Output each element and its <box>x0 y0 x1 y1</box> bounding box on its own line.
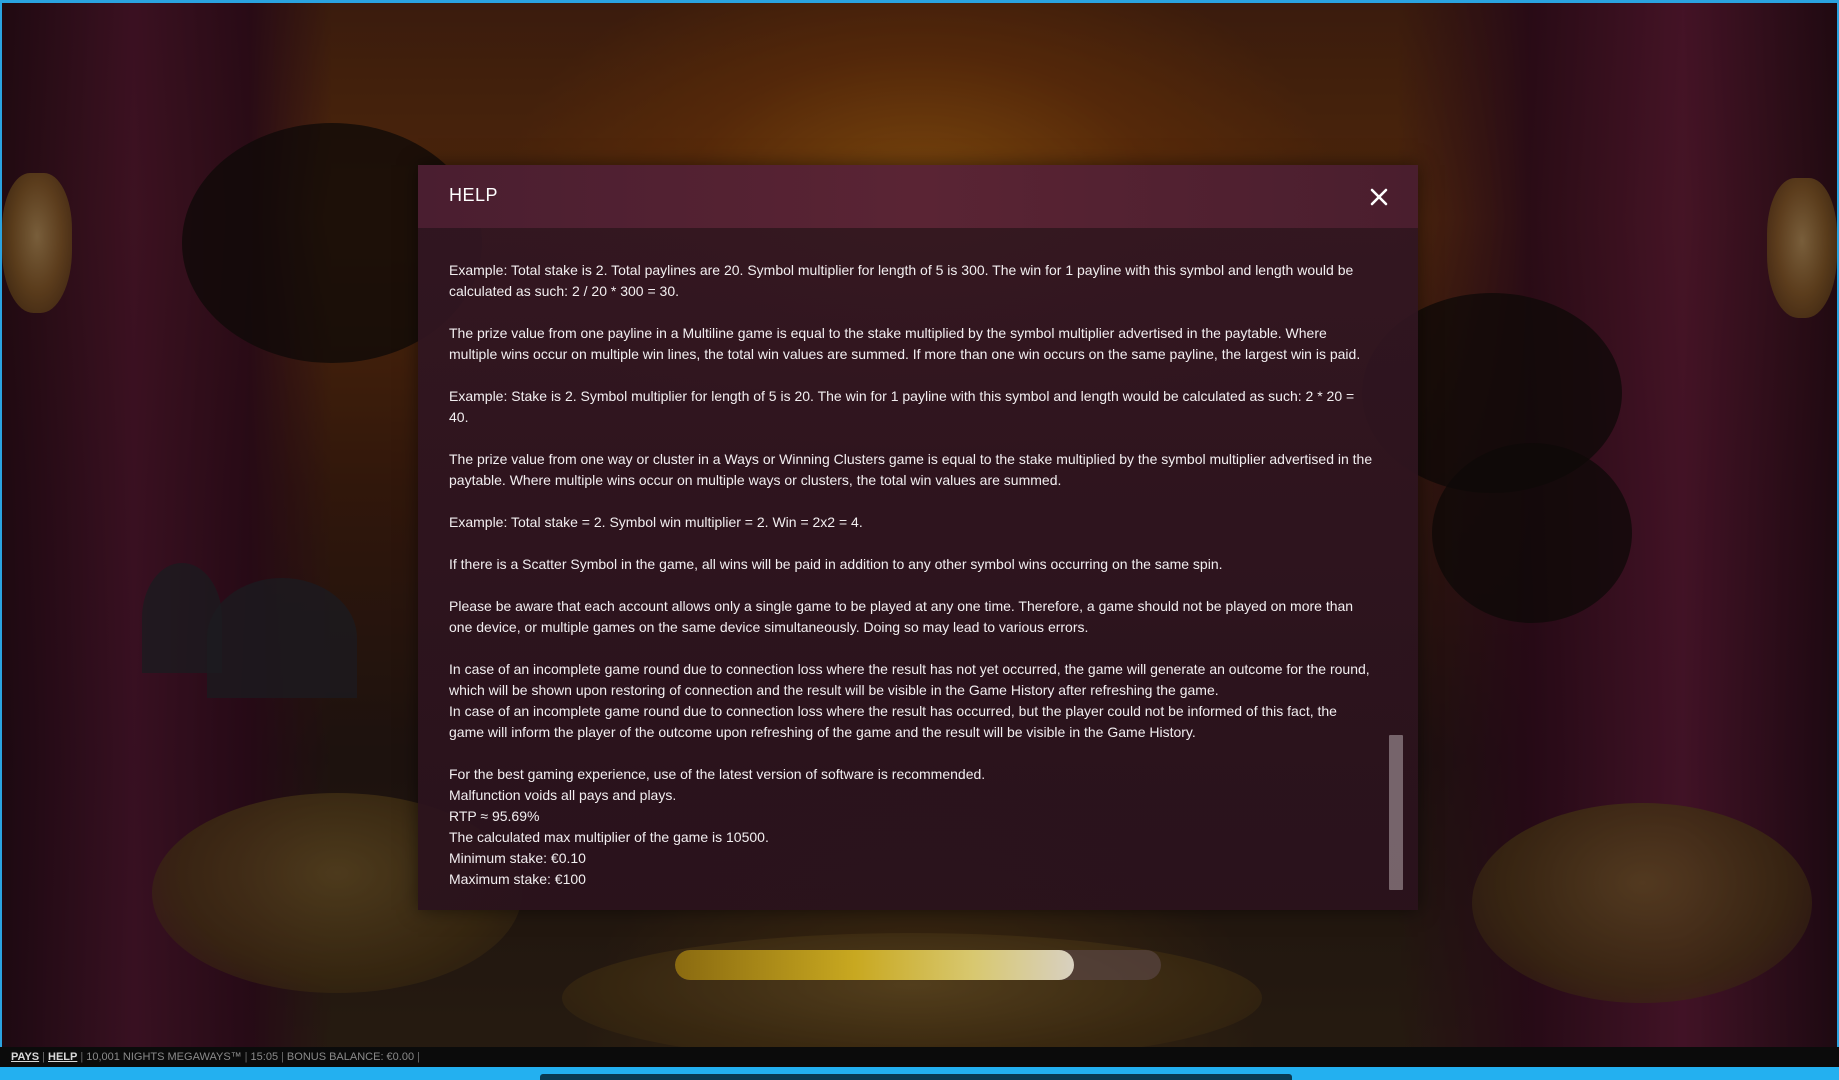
help-paragraph: The prize value from one payline in a Mu… <box>449 323 1389 365</box>
text-line: paytable. Where multiple wins occur on m… <box>449 472 1062 488</box>
help-paragraph: In case of an incomplete game round due … <box>449 659 1389 743</box>
text-line: In case of an incomplete game round due … <box>449 661 1370 677</box>
close-button[interactable] <box>1366 184 1392 210</box>
text-line: For the best gaming experience, use of t… <box>449 766 986 782</box>
bonus-balance: BONUS BALANCE: €0.00 <box>286 1051 415 1063</box>
text-line: In case of an incomplete game round due … <box>449 703 1337 719</box>
max-multiplier-line: The calculated max multiplier of the gam… <box>449 829 769 845</box>
help-dialog: HELP Example: Total stake is 2. Total pa… <box>418 165 1418 910</box>
text-line: Example: Total stake is 2. Total payline… <box>449 262 1354 278</box>
text-line: If there is a Scatter Symbol in the game… <box>449 556 1223 572</box>
text-line: 40. <box>449 409 469 425</box>
help-paragraph: If there is a Scatter Symbol in the game… <box>449 554 1389 575</box>
separator: | <box>417 1051 420 1063</box>
help-paragraph: Example: Total stake is 2. Total payline… <box>449 260 1389 302</box>
text-line: which will be shown upon restoring of co… <box>449 682 1219 698</box>
text-line: multiple wins occur on multiple win line… <box>449 346 1361 362</box>
loading-progress-bar <box>675 950 1161 980</box>
loading-progress-fill <box>675 950 1074 980</box>
rtp-line: RTP ≈ 95.69% <box>449 808 540 824</box>
help-paragraph: Please be aware that each account allows… <box>449 596 1389 638</box>
text-line: calculated as such: 2 / 20 * 300 = 30. <box>449 283 679 299</box>
separator: | <box>42 1051 45 1063</box>
min-stake-line: Minimum stake: €0.10 <box>449 850 586 866</box>
text-line: game will inform the player of the outco… <box>449 724 1196 740</box>
help-paragraph: Example: Stake is 2. Symbol multiplier f… <box>449 386 1389 428</box>
dialog-title: HELP <box>449 185 499 205</box>
separator: | <box>80 1051 84 1063</box>
help-paragraph: For the best gaming experience, use of t… <box>449 764 1389 890</box>
close-icon <box>1370 188 1388 206</box>
text-line: The prize value from one payline in a Mu… <box>449 325 1327 341</box>
text-line: The prize value from one way or cluster … <box>449 451 1373 467</box>
clock-time: 15:05 <box>250 1051 279 1063</box>
help-text-content: Example: Total stake is 2. Total payline… <box>449 260 1389 890</box>
separator: | <box>244 1051 248 1063</box>
status-bar: PAYS | HELP | 10,001 NIGHTS MEGAWAYS™ | 15:05 |… <box>0 1047 1839 1067</box>
help-link[interactable]: HELP <box>48 1051 77 1063</box>
text-line: Please be aware that each account allows… <box>449 598 1354 614</box>
pays-link[interactable]: PAYS <box>11 1051 39 1063</box>
scrollbar-thumb[interactable] <box>1389 735 1403 890</box>
text-line: Example: Total stake = 2. Symbol win mul… <box>449 514 863 530</box>
help-paragraph: The prize value from one way or cluster … <box>449 449 1389 491</box>
game-name: 10,001 NIGHTS MEGAWAYS™ <box>86 1051 242 1063</box>
game-viewport: HELP Example: Total stake is 2. Total pa… <box>0 0 1839 1080</box>
separator: | <box>281 1051 284 1063</box>
dialog-header: HELP <box>418 165 1418 228</box>
text-line: one device, or multiple games on the sam… <box>449 619 1089 635</box>
help-paragraph: Example: Total stake = 2. Symbol win mul… <box>449 512 1389 533</box>
text-line: Malfunction voids all pays and plays. <box>449 787 677 803</box>
text-line: Example: Stake is 2. Symbol multiplier f… <box>449 388 1355 404</box>
max-stake-line: Maximum stake: €100 <box>449 871 586 887</box>
bottom-frame-tab <box>540 1074 1292 1080</box>
